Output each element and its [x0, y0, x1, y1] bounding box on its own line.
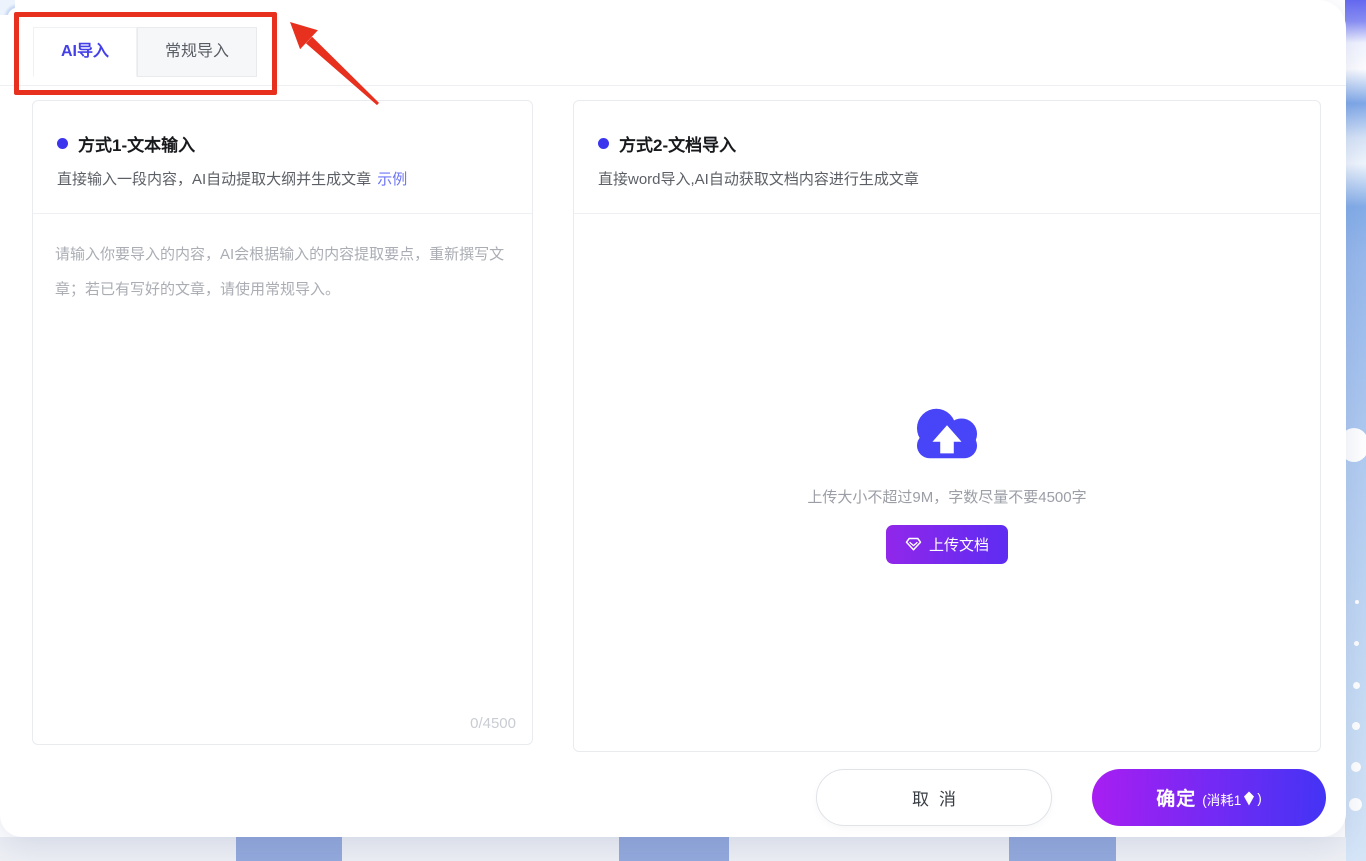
- content-textarea[interactable]: [33, 214, 532, 699]
- method2-header: 方式2-文档导入 直接word导入,AI自动获取文档内容进行生成文章: [574, 101, 1320, 214]
- cost-diamond-icon: [1243, 791, 1255, 806]
- tab-regular-import[interactable]: 常规导入: [137, 27, 257, 77]
- method2-title: 方式2-文档导入: [619, 131, 736, 156]
- method1-title: 方式1-文本输入: [78, 131, 195, 156]
- method2-description: 直接word导入,AI自动获取文档内容进行生成文章: [598, 168, 1296, 189]
- cloud-upload-icon: [909, 402, 985, 464]
- method1-description: 直接输入一段内容，AI自动提取大纲并生成文章示例: [57, 168, 508, 189]
- upload-document-button[interactable]: 上传文档: [886, 525, 1008, 564]
- method2-card: 方式2-文档导入 直接word导入,AI自动获取文档内容进行生成文章 上传大小不…: [573, 100, 1321, 752]
- background-bottom-strip: [0, 837, 1346, 861]
- method1-body: 0/4500: [33, 214, 532, 744]
- confirm-cost: (消耗1 ): [1202, 789, 1262, 809]
- method1-header: 方式1-文本输入 直接输入一段内容，AI自动提取大纲并生成文章示例: [33, 101, 532, 214]
- method1-title-row: 方式1-文本输入: [57, 131, 508, 156]
- char-counter: 0/4500: [470, 715, 516, 732]
- tab-divider: [0, 85, 1346, 86]
- dialog-footer: 取消 确定 (消耗1 ): [816, 769, 1326, 826]
- gem-icon: [905, 536, 922, 552]
- confirm-label: 确定: [1156, 784, 1196, 811]
- upload-dropzone: 上传大小不超过9M，字数尽量不要4500字 上传文档: [574, 214, 1320, 751]
- cancel-button[interactable]: 取消: [816, 769, 1052, 826]
- tab-ai-import[interactable]: AI导入: [33, 27, 137, 77]
- upload-hint: 上传大小不超过9M，字数尽量不要4500字: [807, 486, 1086, 507]
- background-right-strip: [1345, 0, 1366, 861]
- import-dialog: AI导入 常规导入 方式1-文本输入 直接输入一段内容，AI自动提取大纲并生成文…: [0, 0, 1346, 837]
- method2-title-row: 方式2-文档导入: [598, 131, 1296, 156]
- tab-bar: AI导入 常规导入: [33, 27, 257, 77]
- page: AI导入 常规导入 方式1-文本输入 直接输入一段内容，AI自动提取大纲并生成文…: [0, 0, 1366, 861]
- example-link[interactable]: 示例: [377, 171, 407, 188]
- method1-card: 方式1-文本输入 直接输入一段内容，AI自动提取大纲并生成文章示例 0/4500: [32, 100, 533, 745]
- confirm-button[interactable]: 确定 (消耗1 ): [1092, 769, 1326, 826]
- bullet-icon: [57, 138, 68, 149]
- bullet-icon: [598, 138, 609, 149]
- upload-button-label: 上传文档: [929, 534, 989, 555]
